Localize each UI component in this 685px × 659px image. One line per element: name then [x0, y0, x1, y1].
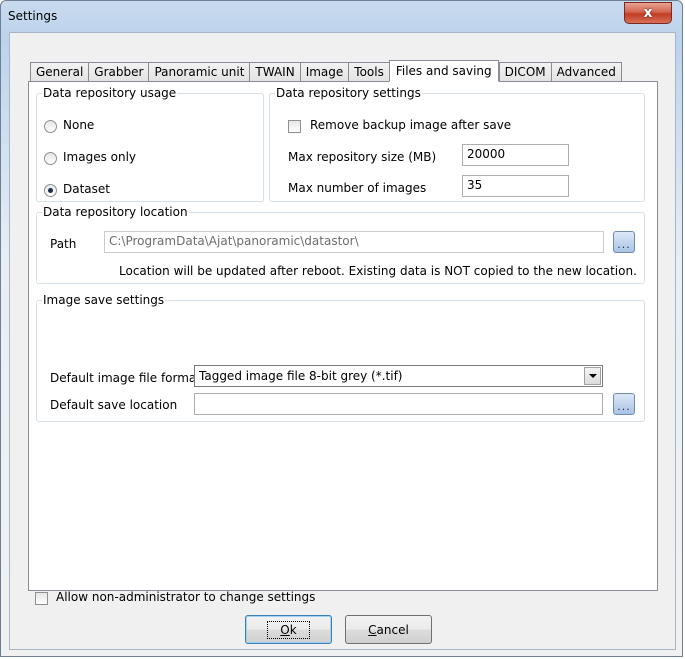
repo-location-legend: Data repository location [43, 205, 188, 219]
cancel-button[interactable]: Cancel [345, 615, 432, 644]
path-input[interactable]: C:\ProgramData\Ajat\panoramic\datastor\ [104, 231, 604, 253]
format-value: Tagged image file 8-bit grey (*.tif) [199, 369, 403, 383]
tab-panoramic-unit[interactable]: Panoramic unit [148, 62, 250, 81]
ellipsis-icon: ... [617, 400, 631, 413]
path-label: Path [50, 237, 77, 251]
save-location-input[interactable] [194, 393, 603, 415]
cancel-button-label: Cancel [368, 622, 409, 637]
remove-backup-label[interactable]: Remove backup image after save [310, 118, 511, 132]
max-images-input[interactable]: 35 [462, 175, 569, 197]
title-bar[interactable]: Settings x [1, 1, 682, 33]
repo-settings-legend: Data repository settings [276, 86, 421, 100]
tab-tools[interactable]: Tools [348, 62, 389, 81]
repo-usage-legend: Data repository usage [43, 86, 177, 100]
save-location-label: Default save location [50, 398, 178, 412]
format-label: Default image file format [50, 371, 201, 385]
tab-twain[interactable]: TWAIN [249, 62, 300, 81]
settings-window: Settings x General Grabber Panoramic uni… [0, 0, 683, 657]
chevron-down-icon[interactable] [584, 367, 601, 385]
remove-backup-checkbox[interactable] [288, 120, 301, 133]
radio-images-only-label[interactable]: Images only [63, 150, 136, 164]
radio-dataset-label[interactable]: Dataset [63, 182, 110, 196]
close-button[interactable]: x [624, 2, 672, 24]
image-save-legend: Image save settings [43, 293, 165, 307]
window-title: Settings [8, 9, 58, 23]
ellipsis-icon: ... [617, 238, 631, 251]
location-note: Location will be updated after reboot. E… [119, 264, 637, 278]
tab-advanced[interactable]: Advanced [550, 62, 622, 81]
tab-dicom[interactable]: DICOM [498, 62, 551, 81]
tab-bar: General Grabber Panoramic unit TWAIN Ima… [30, 59, 622, 82]
format-dropdown[interactable]: Tagged image file 8-bit grey (*.tif) [194, 365, 603, 387]
max-size-input[interactable]: 20000 [462, 144, 569, 166]
radio-dataset[interactable] [44, 184, 57, 197]
save-location-browse-button[interactable]: ... [613, 393, 635, 415]
tab-general[interactable]: General [30, 62, 89, 81]
allow-nonadmin-checkbox[interactable] [35, 592, 48, 605]
tab-image[interactable]: Image [299, 62, 349, 81]
tab-files-and-saving[interactable]: Files and saving [388, 60, 499, 82]
max-images-label: Max number of images [288, 181, 427, 195]
path-browse-button[interactable]: ... [613, 231, 635, 253]
close-icon: x [643, 5, 653, 21]
files-and-saving-page: Data repository usage None Images only D… [28, 81, 658, 591]
radio-none[interactable] [44, 120, 57, 133]
dialog-client-area: General Grabber Panoramic unit TWAIN Ima… [9, 32, 676, 650]
ok-button[interactable]: Ok [245, 615, 332, 644]
allow-nonadmin-label[interactable]: Allow non-administrator to change settin… [56, 590, 315, 604]
max-size-label: Max repository size (MB) [288, 150, 437, 164]
radio-images-only[interactable] [44, 152, 57, 165]
ok-button-label: Ok [267, 620, 310, 639]
tab-grabber[interactable]: Grabber [88, 62, 149, 81]
radio-none-label[interactable]: None [63, 118, 94, 132]
